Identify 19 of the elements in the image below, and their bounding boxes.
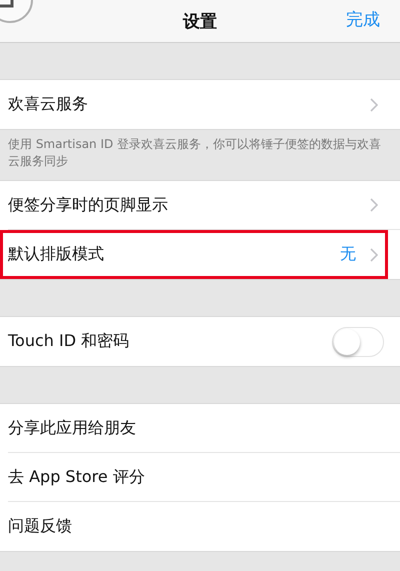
section-footnote: 使用 Smartisan ID 登录欢喜云服务，你可以将锤子便签的数据与欢喜云服务同步 [7,136,382,170]
settings-row[interactable]: 问题反馈 [8,502,400,551]
row-label: 欢喜云服务 [8,94,89,115]
settings-row[interactable]: 分享此应用给朋友 [8,404,400,453]
nav-title: 设置 [183,10,217,32]
chevron-right-icon [370,98,378,112]
row-label: 默认排版模式 [8,244,105,265]
toggle-switch[interactable] [332,326,384,356]
row-label: 问题反馈 [8,516,73,537]
row-label: 去 App Store 评分 [8,466,146,488]
settings-row[interactable]: 默认排版模式 无 [0,230,388,279]
settings-row[interactable]: 便签分享时的页脚显示 [8,181,400,230]
settings-row[interactable]: 去 App Store 评分 [8,453,400,502]
chevron-right-icon [370,198,378,212]
row-label: Touch ID 和密码 [8,331,130,352]
row-label: 分享此应用给朋友 [8,418,137,438]
row-label: 便签分享时的页脚显示 [8,194,169,216]
row-value: 无 [340,244,356,265]
chevron-right-icon [370,248,378,262]
